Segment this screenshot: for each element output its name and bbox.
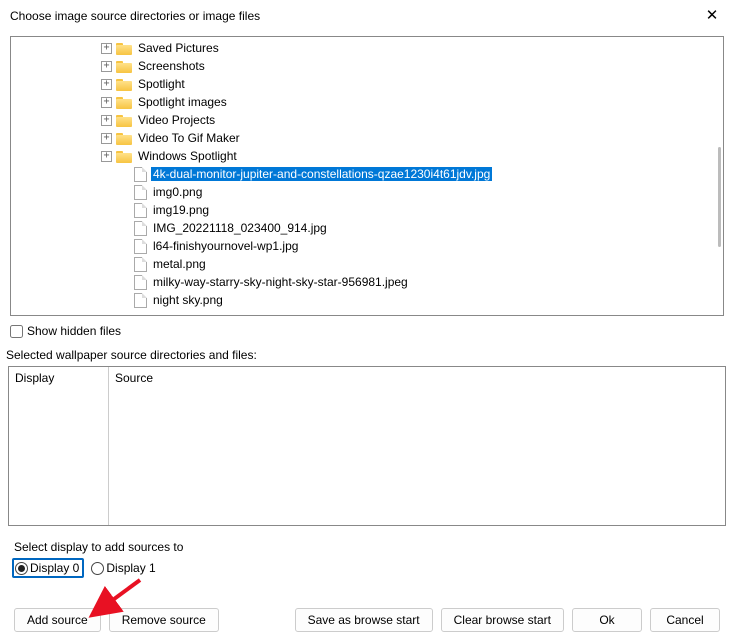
folder-icon — [116, 78, 132, 91]
file-icon — [134, 257, 147, 272]
radio-circle-icon — [15, 562, 28, 575]
radio-label: Display 1 — [106, 561, 155, 575]
expand-icon[interactable]: + — [101, 97, 112, 108]
show-hidden-checkbox[interactable] — [10, 325, 23, 338]
folder-icon — [116, 60, 132, 73]
tree-folder[interactable]: + Spotlight images — [11, 93, 723, 111]
file-label: metal.png — [151, 257, 208, 271]
tree-file[interactable]: metal.png — [11, 255, 723, 273]
expand-icon[interactable]: + — [101, 133, 112, 144]
folder-icon — [116, 42, 132, 55]
tree-scrollbar[interactable] — [718, 147, 721, 247]
selected-sources-label: Selected wallpaper source directories an… — [6, 348, 728, 362]
column-header-display: Display — [9, 367, 108, 389]
folder-icon — [116, 114, 132, 127]
file-icon — [134, 167, 147, 182]
tree-file[interactable]: night sky.png — [11, 291, 723, 309]
folder-icon — [116, 150, 132, 163]
close-icon[interactable]: ✕ — [702, 6, 722, 24]
display-radio-group: Display 0 Display 1 — [12, 558, 720, 578]
tree-folder[interactable]: + Video Projects — [11, 111, 723, 129]
radio-display-1[interactable]: Display 1 — [90, 560, 158, 576]
expand-icon[interactable]: + — [101, 61, 112, 72]
expand-icon[interactable]: + — [101, 43, 112, 54]
expand-icon[interactable]: + — [101, 115, 112, 126]
tree-file[interactable]: 4k-dual-monitor-jupiter-and-constellatio… — [11, 165, 723, 183]
expand-icon[interactable]: + — [101, 151, 112, 162]
tree-folder[interactable]: + Screenshots — [11, 57, 723, 75]
clear-browse-start-button[interactable]: Clear browse start — [441, 608, 564, 632]
file-label: milky-way-starry-sky-night-sky-star-9569… — [151, 275, 410, 289]
file-icon — [134, 185, 147, 200]
remove-source-button[interactable]: Remove source — [109, 608, 219, 632]
folder-label: Spotlight — [136, 77, 187, 91]
tree-folder[interactable]: + Windows Spotlight — [11, 147, 723, 165]
button-bar: Add source Remove source Save as browse … — [14, 608, 720, 632]
expand-icon[interactable]: + — [101, 79, 112, 90]
file-icon — [134, 239, 147, 254]
tree-file[interactable]: milky-way-starry-sky-night-sky-star-9569… — [11, 273, 723, 291]
file-icon — [134, 203, 147, 218]
radio-display-0[interactable]: Display 0 — [12, 558, 84, 578]
file-label: 4k-dual-monitor-jupiter-and-constellatio… — [151, 167, 492, 181]
folder-icon — [116, 96, 132, 109]
directory-tree[interactable]: + Saved Pictures + Screenshots + Spotlight + Sp… — [10, 36, 724, 316]
file-label: IMG_20221118_023400_914.jpg — [151, 221, 329, 235]
file-icon — [134, 221, 147, 236]
tree-file[interactable]: IMG_20221118_023400_914.jpg — [11, 219, 723, 237]
radio-circle-icon — [91, 562, 104, 575]
add-source-button[interactable]: Add source — [14, 608, 101, 632]
window-title: Choose image source directories or image… — [10, 9, 260, 23]
show-hidden-label: Show hidden files — [27, 324, 121, 338]
radio-label: Display 0 — [30, 561, 79, 575]
file-icon — [134, 293, 147, 308]
folder-label: Windows Spotlight — [136, 149, 239, 163]
folder-label: Video Projects — [136, 113, 217, 127]
tree-file[interactable]: img0.png — [11, 183, 723, 201]
file-label: img19.png — [151, 203, 211, 217]
cancel-button[interactable]: Cancel — [650, 608, 720, 632]
file-label: img0.png — [151, 185, 204, 199]
folder-label: Saved Pictures — [136, 41, 221, 55]
titlebar: Choose image source directories or image… — [0, 0, 734, 32]
tree-folder[interactable]: + Spotlight — [11, 75, 723, 93]
save-browse-start-button[interactable]: Save as browse start — [295, 608, 433, 632]
folder-label: Video To Gif Maker — [136, 131, 242, 145]
tree-folder[interactable]: + Saved Pictures — [11, 39, 723, 57]
file-label: l64-finishyournovel-wp1.jpg — [151, 239, 300, 253]
file-icon — [134, 275, 147, 290]
folder-icon — [116, 132, 132, 145]
folder-label: Screenshots — [136, 59, 207, 73]
folder-label: Spotlight images — [136, 95, 229, 109]
tree-file[interactable]: img19.png — [11, 201, 723, 219]
ok-button[interactable]: Ok — [572, 608, 642, 632]
file-label: night sky.png — [151, 293, 225, 307]
column-header-source: Source — [109, 367, 725, 389]
select-display-label: Select display to add sources to — [14, 540, 720, 554]
tree-file[interactable]: l64-finishyournovel-wp1.jpg — [11, 237, 723, 255]
tree-folder[interactable]: + Video To Gif Maker — [11, 129, 723, 147]
sources-list[interactable]: Display Source — [8, 366, 726, 526]
